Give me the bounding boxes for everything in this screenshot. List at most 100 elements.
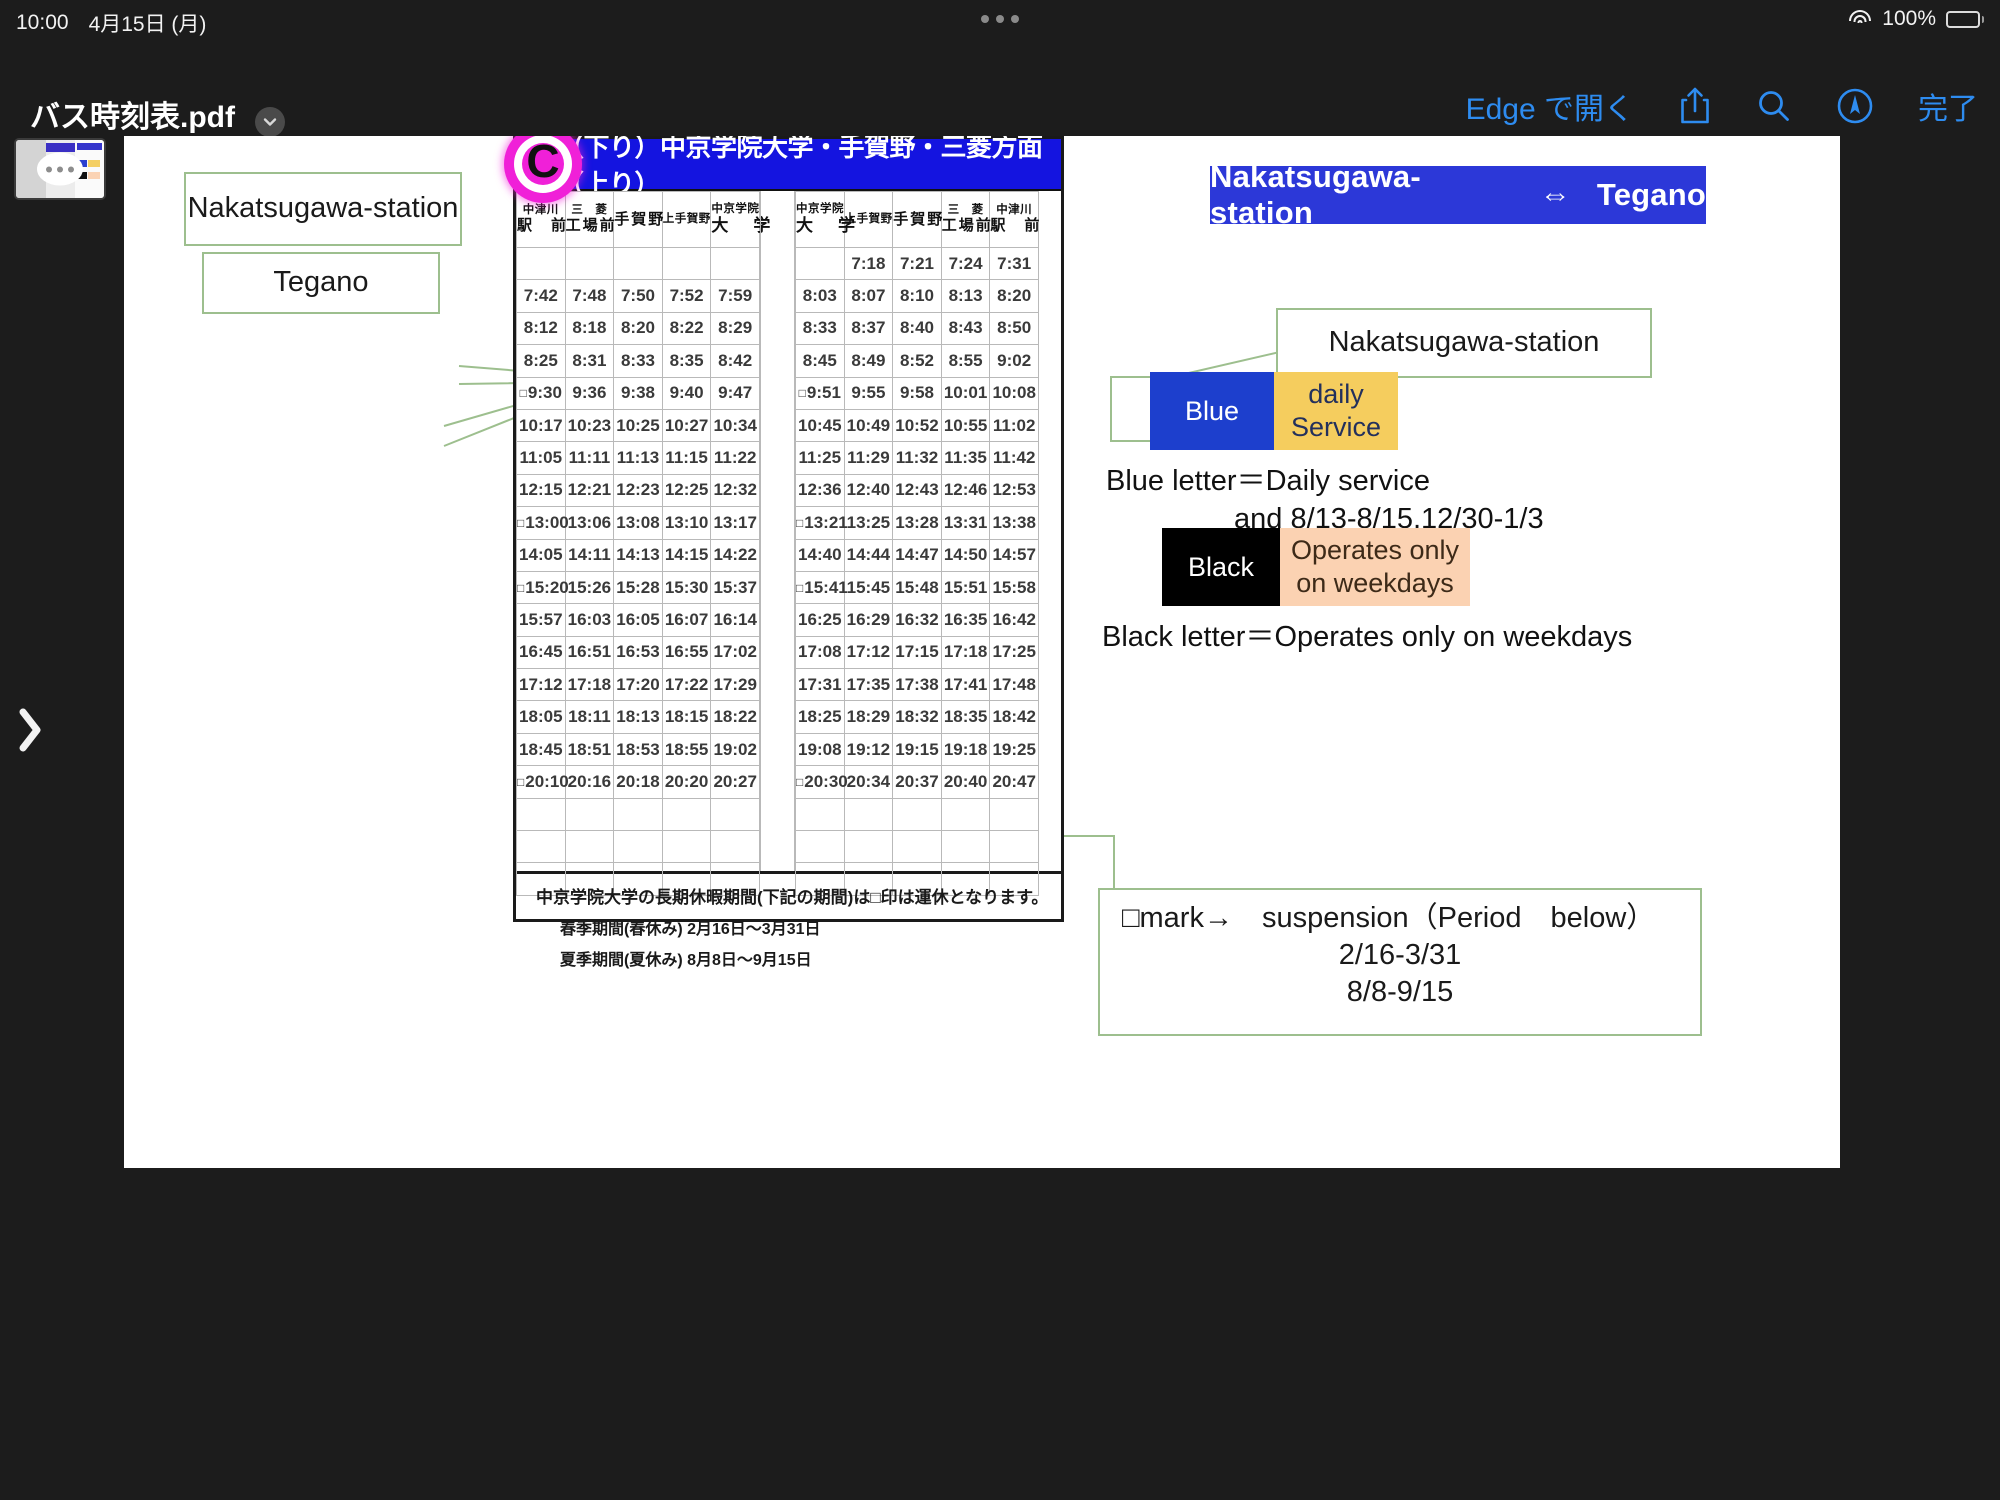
time-cell: 9:38 — [613, 376, 663, 410]
time-cell: 10:52 — [892, 408, 942, 443]
time-cell: 15:37 — [710, 570, 760, 605]
table-row — [516, 246, 760, 281]
time-cell: 11:25 — [795, 441, 845, 475]
legend-black-caption-text: Black letter＝Operates only on weekdays — [1102, 621, 1633, 653]
time-cell: 16:51 — [564, 635, 615, 670]
time-cell: 20:37 — [892, 765, 942, 799]
table-row: □20:30 20:34 20:37 20:40 20:47 — [795, 765, 1039, 799]
open-in-edge-button[interactable]: Edge で開く — [1466, 84, 1634, 128]
callout-suspension-text: □mark→ suspension（Period below） 2/16-3/3… — [1100, 900, 1700, 1011]
time-cell: 7:52 — [661, 279, 712, 313]
time-cell: 12:32 — [710, 473, 760, 508]
timetable-left-table: 中津川駅 前三 菱工場前 手賀野 上手賀野 中京学院大 学 7:42 7:48 7:50 7… — [516, 191, 770, 896]
time-cell: 8:45 — [795, 344, 845, 378]
time-cell: 19:18 — [940, 732, 991, 767]
table-row: 10:45 10:49 10:52 10:55 11:02 — [795, 408, 1039, 443]
table-row — [795, 797, 1039, 832]
time-cell: 8:29 — [710, 311, 760, 346]
time-cell: 20:16 — [564, 765, 615, 799]
time-cell: 12:46 — [940, 473, 991, 508]
time-cell: 10:34 — [710, 408, 760, 443]
time-cell — [795, 830, 845, 864]
time-cell: 14:11 — [564, 538, 615, 572]
time-cell: 17:15 — [892, 635, 942, 670]
status-bar-right: 100% — [1848, 7, 1984, 31]
time-cell: 15:28 — [613, 570, 663, 605]
time-cell: 18:55 — [661, 732, 712, 767]
time-cell: 16:25 — [795, 603, 845, 637]
timetable-grid: 中津川駅 前三 菱工場前 手賀野 上手賀野 中京学院大 学 7:42 7:48 7:50 7… — [516, 191, 1061, 896]
markup-pen-icon[interactable] — [1836, 87, 1874, 125]
time-cell: 7:21 — [892, 246, 942, 281]
pdf-toolbar: バス時刻表.pdf Edge で開く 完了 — [0, 40, 2000, 137]
time-cell: 20:34 — [843, 765, 894, 799]
table-row: 8:45 8:49 8:52 8:55 9:02 — [795, 344, 1039, 378]
table-row: 8:03 8:07 8:10 8:13 8:20 — [795, 279, 1039, 313]
suspension-square-icon: □ — [796, 774, 804, 789]
pdf-page-canvas: Nakatsugawa-station Tegano C （下り）中京学院大学・… — [124, 136, 1840, 1168]
time-cell: 10:27 — [661, 408, 712, 443]
time-cell: 10:08 — [989, 376, 1039, 410]
callout-nakatsugawa-right-text: Nakatsugawa-station — [1328, 326, 1600, 359]
table-row: 11:25 11:29 11:32 11:35 11:42 — [795, 441, 1039, 475]
time-cell — [710, 830, 760, 864]
time-cell: 11:42 — [989, 441, 1039, 475]
time-cell: 19:25 — [989, 732, 1039, 767]
time-cell — [892, 830, 942, 864]
time-cell: 16:14 — [710, 603, 760, 637]
time-cell: 9:36 — [564, 376, 615, 410]
time-cell: 18:53 — [613, 732, 663, 767]
time-cell: 20:47 — [989, 765, 1039, 799]
legend-black-value: Operates only on weekdays — [1280, 528, 1470, 606]
legend-black-row: Black Operates only on weekdays — [1162, 528, 1470, 606]
footer-note-line-3: 夏季期間(夏休み) 8月8日～9月15日 — [560, 952, 812, 970]
route-banner: Nakatsugawa-station ⇔ Tegano — [1210, 159, 1706, 230]
time-cell: 9:55 — [843, 376, 894, 410]
time-cell: 8:37 — [843, 311, 894, 346]
done-button[interactable]: 完了 — [1918, 84, 1978, 128]
legend-blue-value-line-2: Service — [1290, 412, 1382, 442]
time-cell: 7:18 — [843, 246, 894, 281]
time-cell: 16:55 — [661, 635, 712, 670]
time-cell: 12:43 — [892, 473, 942, 508]
timetable-header-bar: （下り）中京学院大学・手賀野・三菱方面（上り） — [516, 136, 1061, 199]
timetable-right-table: 中京学院大 学上手賀野 手賀野三 菱工場前 中津川駅 前 7:18 7:21 7:24 7… — [795, 191, 1039, 896]
suspension-line-2: 2/16-3/31 — [1338, 939, 1462, 972]
table-row: □9:30 9:36 9:38 9:40 9:47 — [516, 376, 760, 410]
page-1-thumbnail[interactable] — [14, 138, 106, 200]
column-header: 手賀野 — [892, 191, 942, 248]
time-cell: 11:11 — [564, 441, 615, 475]
time-cell: 17:08 — [795, 635, 845, 670]
search-icon[interactable] — [1756, 88, 1792, 124]
column-header: 上手賀野 — [661, 191, 712, 248]
table-header-row-right: 中京学院大 学上手賀野 手賀野三 菱工場前 中津川駅 前 — [795, 191, 1039, 248]
time-cell: 8:03 — [795, 279, 845, 313]
time-cell: 14:57 — [989, 538, 1039, 572]
time-cell — [795, 246, 845, 281]
time-cell: 18:29 — [843, 700, 894, 734]
time-cell: 10:01 — [940, 376, 991, 410]
chevron-down-icon[interactable] — [255, 107, 285, 137]
time-cell: 14:13 — [613, 538, 663, 572]
time-cell: 12:25 — [661, 473, 712, 508]
time-cell: 18:22 — [710, 700, 760, 734]
time-cell: 17:29 — [710, 668, 760, 702]
time-cell: 20:27 — [710, 765, 760, 799]
table-row: 7:18 7:21 7:24 7:31 — [795, 246, 1039, 281]
chevron-right-icon[interactable] — [8, 700, 52, 760]
suspension-square-icon: □ — [517, 580, 525, 595]
time-cell: 14:40 — [795, 538, 845, 572]
time-cell: 13:06 — [564, 506, 615, 540]
time-cell — [516, 797, 566, 832]
time-cell: 15:48 — [892, 570, 942, 605]
time-cell: 7:48 — [564, 279, 615, 313]
battery-icon — [1946, 10, 1984, 28]
table-row: □13:00 13:06 13:08 13:10 13:17 — [516, 506, 760, 540]
table-row: 18:25 18:29 18:32 18:35 18:42 — [795, 700, 1039, 734]
time-cell: 17:31 — [795, 668, 845, 702]
time-cell — [564, 830, 615, 864]
share-icon[interactable] — [1678, 86, 1712, 126]
time-cell: 11:32 — [892, 441, 942, 475]
time-cell: □9:30 — [516, 376, 566, 410]
legend-blue-caption-line-1: Blue letter＝Daily service — [1106, 465, 1430, 497]
